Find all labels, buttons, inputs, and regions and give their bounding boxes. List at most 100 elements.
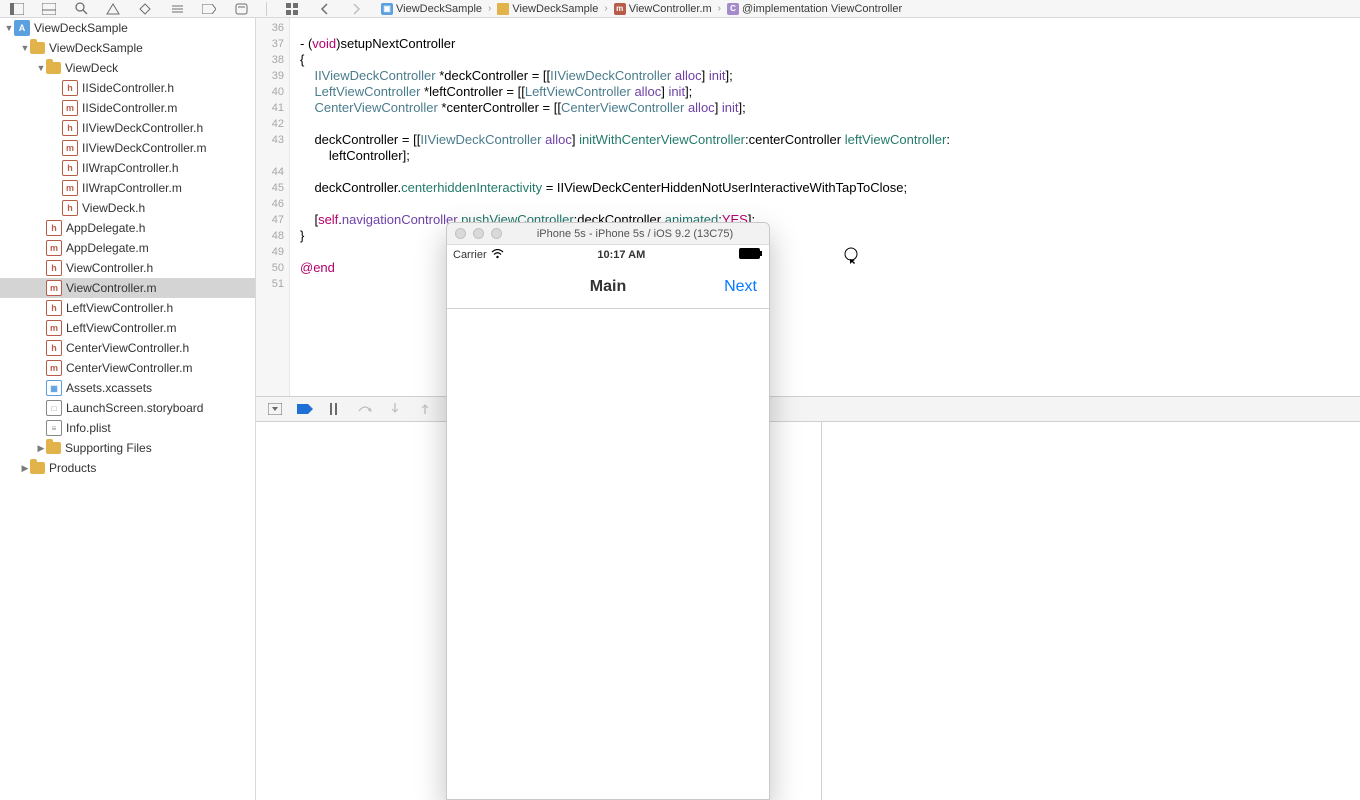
disclosure-icon[interactable] [4,23,14,33]
sb-icon: □ [46,400,62,416]
nav-item[interactable]: hIIViewDeckController.h [0,118,255,138]
nav-title: Main [590,278,626,296]
folder-icon [46,62,61,74]
toolbar-search-icon[interactable] [72,2,90,16]
toolbar-toggle-left-icon[interactable] [8,2,26,16]
m-icon: m [62,180,78,196]
project-navigator[interactable]: AViewDeckSampleViewDeckSampleViewDeckhII… [0,18,256,800]
nav-item[interactable]: Supporting Files [0,438,255,458]
jump-segment[interactable]: C@implementation ViewController [725,3,904,15]
nav-item-label: CenterViewController.h [66,341,189,355]
nav-item[interactable]: mAppDelegate.m [0,238,255,258]
jump-bar[interactable]: ▣ViewDeckSample›ViewDeckSample›mViewCont… [379,3,904,15]
nav-item-label: ViewDeckSample [49,41,143,55]
console-pane[interactable] [822,422,1360,800]
file-type-icon: ▣ [381,3,393,15]
nav-item-label: ViewController.m [66,281,156,295]
nav-item[interactable]: hIIWrapController.h [0,158,255,178]
nav-item[interactable]: hViewController.h [0,258,255,278]
close-icon[interactable] [455,228,466,239]
xcode-toolbar: ▣ViewDeckSample›ViewDeckSample›mViewCont… [0,0,1360,18]
file-type-icon [497,3,509,15]
nav-item-label: LaunchScreen.storyboard [66,401,203,415]
minimize-icon[interactable] [473,228,484,239]
nav-item[interactable]: ≡Info.plist [0,418,255,438]
nav-item[interactable]: A ViewDeckSample [0,18,255,38]
nav-item[interactable]: m ViewController.m [0,278,255,298]
m-icon: m [46,280,62,296]
disclosure-icon[interactable] [36,63,46,73]
h-icon: h [62,160,78,176]
ios-simulator-window[interactable]: iPhone 5s - iPhone 5s / iOS 9.2 (13C75) … [446,222,770,800]
nav-item[interactable]: m LeftViewController.m [0,318,255,338]
debug-stepin-icon[interactable] [384,400,406,418]
nav-item[interactable]: h AppDelegate.h [0,218,255,238]
nav-item[interactable]: mCenterViewController.m [0,358,255,378]
disclosure-icon[interactable] [20,43,30,53]
editor-pane: 36373839404142434445464748495051 - (void… [256,18,1360,800]
nav-back-icon[interactable] [315,2,333,16]
m-icon: m [46,240,62,256]
ios-status-bar: Carrier 10:17 AM [447,245,769,265]
nav-item-label: ViewDeckSample [34,21,128,35]
nav-item-label: IIViewDeckController.h [82,121,203,135]
debug-stepout-icon[interactable] [414,400,436,418]
proj-icon: A [14,20,30,36]
debug-area [256,422,1360,800]
nav-item[interactable]: mIISideController.m [0,98,255,118]
nav-item[interactable]: □ LaunchScreen.storyboard [0,398,255,418]
toolbar-related-icon[interactable] [40,2,58,16]
h-icon: h [62,80,78,96]
toolbar-tests-icon[interactable] [136,2,154,16]
folder-icon [46,442,61,454]
toolbar-issues-icon[interactable] [104,2,122,16]
file-type-icon: m [614,3,626,15]
nav-item[interactable]: ViewDeck [0,58,255,78]
nav-item[interactable]: mIIWrapController.m [0,178,255,198]
toolbar-report-icon[interactable] [232,2,250,16]
nav-item[interactable]: h LeftViewController.h [0,298,255,318]
nav-item-label: Products [49,461,96,475]
simulator-titlebar[interactable]: iPhone 5s - iPhone 5s / iOS 9.2 (13C75) [447,223,769,245]
nav-item[interactable]: Products [0,458,255,478]
nav-item-label: ViewController.h [66,261,153,275]
h-icon: h [46,300,62,316]
nav-item-label: Assets.xcassets [66,381,152,395]
toolbar-separator [266,2,267,16]
folder-icon [30,42,45,54]
nav-item-label: IIViewDeckController.m [82,141,207,155]
nav-item[interactable]: hCenterViewController.h [0,338,255,358]
jump-segment[interactable]: ▣ViewDeckSample [379,3,484,15]
debug-bar [256,396,1360,422]
m-icon: m [62,140,78,156]
nav-next-button[interactable]: Next [724,278,757,296]
toolbar-debug-icon[interactable] [168,2,186,16]
nav-item-label: AppDelegate.h [66,221,145,235]
disclosure-icon[interactable] [36,443,46,454]
nav-item-label: LeftViewController.h [66,301,173,315]
toolbar-breakpoints-icon[interactable] [200,2,218,16]
disclosure-icon[interactable] [20,463,30,474]
m-icon: m [46,360,62,376]
debug-stepover-icon[interactable] [354,400,376,418]
jump-segment[interactable]: ViewDeckSample [495,3,600,15]
file-type-icon: C [727,3,739,15]
nav-item[interactable]: ViewDeckSample [0,38,255,58]
debug-hide-icon[interactable] [264,400,286,418]
nav-item[interactable]: hViewDeck.h [0,198,255,218]
window-traffic-lights[interactable] [455,228,502,239]
toolbar-grid-icon[interactable] [283,2,301,16]
m-icon: m [46,320,62,336]
ios-nav-bar: Main Next [447,265,769,309]
nav-item[interactable]: hIISideController.h [0,78,255,98]
nav-item-label: LeftViewController.m [66,321,177,335]
nav-item[interactable]: ▦Assets.xcassets [0,378,255,398]
h-icon: h [62,200,78,216]
h-icon: h [46,220,62,236]
nav-item[interactable]: m IIViewDeckController.m [0,138,255,158]
nav-forward-icon[interactable] [347,2,365,16]
debug-continue-icon[interactable] [324,400,346,418]
breakpoint-toggle-icon[interactable] [294,400,316,418]
zoom-icon[interactable] [491,228,502,239]
jump-segment[interactable]: mViewController.m [612,3,714,15]
